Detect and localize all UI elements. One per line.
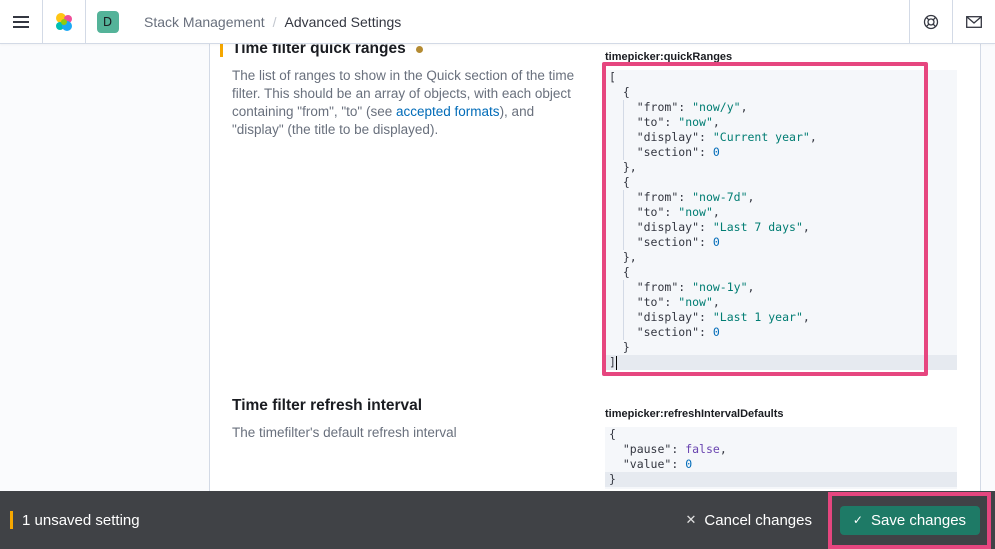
unsaved-accent [10,511,13,529]
code-line: { [609,265,630,279]
space-avatar: D [96,10,119,33]
help-button[interactable] [909,0,952,44]
quick-ranges-code-editor[interactable]: [ { "from": "now/y", "to": "now", "displ… [605,70,957,370]
code-line: } [605,472,957,487]
code-line: "from": "now/y", [605,100,957,115]
left-gutter [0,44,210,549]
code-line: "value": 0 [622,457,693,471]
breadcrumb: Stack Management / Advanced Settings [144,14,909,30]
top-header: D Stack Management / Advanced Settings [0,0,995,44]
setting-title: Time filter refresh interval [232,397,423,414]
breadcrumb-separator: / [272,13,277,30]
code-line: }, [609,160,637,174]
menu-toggle-button[interactable] [0,0,43,44]
cancel-label: Cancel changes [704,511,812,529]
unsaved-count: 1 unsaved setting [22,511,140,529]
cancel-changes-button[interactable]: ✕ Cancel changes [686,512,812,529]
space-selector[interactable]: D [86,0,129,44]
field-key-label: timepicker:refreshIntervalDefaults [605,408,784,420]
code-line: ] [605,355,957,370]
save-highlight-box: ✓ Save changes [828,491,991,549]
breadcrumb-advanced-settings: Advanced Settings [284,13,402,30]
code-line: "pause": false, [622,442,727,456]
elastic-logo-icon [56,12,72,31]
code-line: "display": "Last 1 year", [605,310,957,325]
unsaved-indicator-bar [220,43,223,57]
code-line: }, [609,250,637,264]
code-line: "display": "Current year", [605,130,957,145]
code-line: "section": 0 [605,235,957,250]
code-line: "from": "now-1y", [605,280,957,295]
right-gutter [980,44,995,549]
unsaved-dot-icon [415,45,423,53]
code-line: { [609,175,630,189]
save-changes-button[interactable]: ✓ Save changes [839,505,980,535]
code-line: { [609,85,630,99]
newsfeed-button[interactable] [952,0,995,44]
hamburger-icon [13,15,29,28]
bottom-bar: 1 unsaved setting ✕ Cancel changes ✓ Sav… [0,491,995,549]
setting-description: The list of ranges to show in the Quick … [232,67,582,139]
setting-description: The timefilter's default refresh interva… [232,425,457,440]
code-line: "to": "now", [605,205,957,220]
refresh-interval-code-editor[interactable]: { "pause": false, "value": 0} [605,427,957,489]
code-line: } [609,340,630,354]
close-icon: ✕ [685,512,697,528]
code-line: { [609,427,616,441]
accepted-formats-link[interactable]: accepted formats [396,104,500,119]
code-line: "from": "now-7d", [605,190,957,205]
field-key-label: timepicker:quickRanges [605,51,733,63]
breadcrumb-stack-management[interactable]: Stack Management [144,14,265,30]
elastic-logo[interactable] [43,0,86,44]
code-line: "display": "Last 7 days", [605,220,957,235]
setting-refresh-interval: Time filter refresh interval The timefil… [232,397,582,442]
check-icon: ✓ [852,513,863,527]
mail-icon [966,15,982,28]
help-icon [923,14,939,29]
code-line: "section": 0 [605,145,957,160]
code-line: [ [609,70,616,84]
code-line: "to": "now", [605,115,957,130]
code-line: "to": "now", [605,295,957,310]
code-line: "section": 0 [605,325,957,340]
save-label: Save changes [870,511,967,529]
setting-quick-ranges: Time filter quick ranges The list of ran… [232,40,582,139]
